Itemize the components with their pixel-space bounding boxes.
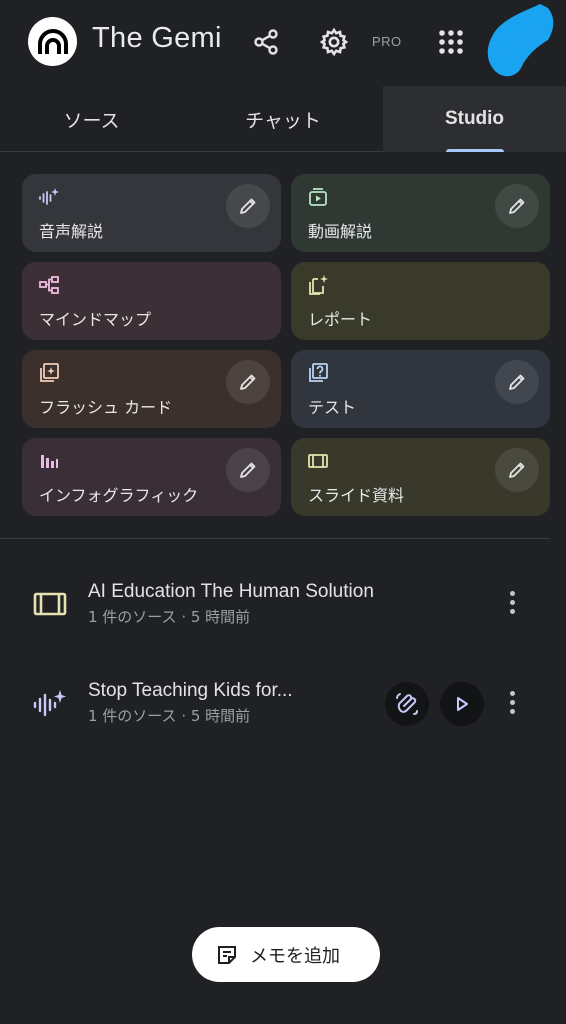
pencil-icon bbox=[509, 462, 525, 478]
edit-button[interactable] bbox=[226, 448, 270, 492]
avatar[interactable] bbox=[478, 0, 558, 82]
card-infographic[interactable]: インフォグラフィック bbox=[22, 438, 281, 516]
more-options-button[interactable] bbox=[498, 682, 526, 722]
gear-icon bbox=[319, 27, 349, 57]
pencil-icon bbox=[240, 462, 256, 478]
edit-button[interactable] bbox=[495, 360, 539, 404]
slides-icon bbox=[308, 454, 328, 468]
edit-button[interactable] bbox=[495, 184, 539, 228]
logo-icon bbox=[37, 28, 68, 54]
video-icon bbox=[309, 188, 327, 206]
add-note-label: メモを追加 bbox=[250, 946, 340, 967]
settings-button[interactable] bbox=[314, 22, 354, 62]
kebab-dot bbox=[509, 590, 515, 596]
notebook-title: The Gemi bbox=[92, 22, 222, 54]
card-audio-overview[interactable]: 音声解説 bbox=[22, 174, 281, 252]
tab-chat[interactable]: チャット bbox=[183, 86, 383, 152]
kebab-dot bbox=[509, 699, 515, 705]
flashcard-icon bbox=[40, 363, 59, 382]
apps-button[interactable] bbox=[431, 22, 471, 62]
slides-icon bbox=[33, 592, 67, 616]
more-options-button[interactable] bbox=[498, 582, 526, 622]
edit-button[interactable] bbox=[226, 360, 270, 404]
pencil-icon bbox=[240, 198, 256, 214]
audio-sparkle-icon bbox=[39, 188, 59, 205]
interactive-mode-button[interactable] bbox=[385, 682, 429, 726]
card-report[interactable]: レポート bbox=[291, 262, 550, 340]
edit-button[interactable] bbox=[495, 448, 539, 492]
card-slides[interactable]: スライド資料 bbox=[291, 438, 550, 516]
section-divider bbox=[0, 538, 550, 539]
card-label: 音声解説 bbox=[39, 222, 104, 241]
tab-studio[interactable]: Studio bbox=[383, 86, 566, 152]
share-icon bbox=[254, 29, 278, 55]
card-label: フラッシュ カード bbox=[39, 398, 173, 417]
card-label: スライド資料 bbox=[308, 486, 405, 505]
card-label: テスト bbox=[308, 398, 357, 417]
list-item[interactable]: AI Education The Human Solution 1 件のソース … bbox=[0, 568, 566, 638]
notebook-logo[interactable] bbox=[28, 17, 77, 66]
play-button[interactable] bbox=[440, 682, 484, 726]
tab-sources[interactable]: ソース bbox=[0, 86, 183, 152]
pro-badge: PRO bbox=[372, 34, 402, 49]
kebab-dot bbox=[509, 608, 515, 614]
report-icon bbox=[309, 275, 328, 295]
card-mind-map[interactable]: マインドマップ bbox=[22, 262, 281, 340]
quiz-icon bbox=[309, 363, 328, 382]
item-title: AI Education The Human Solution bbox=[88, 581, 374, 602]
infographic-icon bbox=[41, 455, 58, 468]
kebab-dot bbox=[509, 708, 515, 714]
card-label: レポート bbox=[308, 310, 373, 329]
pencil-icon bbox=[509, 374, 525, 390]
mindmap-icon bbox=[39, 276, 59, 294]
card-label: 動画解説 bbox=[308, 222, 373, 241]
item-subtitle: 1 件のソース · 5 時間前 bbox=[88, 707, 251, 725]
share-button[interactable] bbox=[246, 22, 286, 62]
kebab-dot bbox=[509, 690, 515, 696]
pencil-icon bbox=[240, 374, 256, 390]
tab-label: チャット bbox=[245, 109, 321, 132]
play-icon bbox=[457, 697, 468, 711]
tab-label: ソース bbox=[63, 109, 120, 132]
tab-label: Studio bbox=[444, 108, 505, 129]
tab-bar: ソース チャット Studio bbox=[0, 86, 566, 152]
item-subtitle: 1 件のソース · 5 時間前 bbox=[88, 608, 251, 626]
add-note-button[interactable]: メモを追加 bbox=[192, 927, 380, 982]
item-title: Stop Teaching Kids for... bbox=[88, 680, 293, 701]
list-item[interactable]: Stop Teaching Kids for... 1 件のソース · 5 時間… bbox=[0, 668, 566, 738]
wave-hand-icon bbox=[396, 693, 418, 715]
kebab-dot bbox=[509, 599, 515, 605]
card-label: マインドマップ bbox=[39, 310, 152, 329]
apps-grid-icon bbox=[439, 30, 463, 54]
card-quiz[interactable]: テスト bbox=[291, 350, 550, 428]
active-tab-indicator bbox=[446, 149, 504, 152]
top-bar: The Gemi PRO bbox=[0, 0, 566, 86]
pencil-icon bbox=[509, 198, 525, 214]
audio-sparkle-icon bbox=[33, 690, 66, 717]
card-label: インフォグラフィック bbox=[39, 486, 199, 505]
card-video-overview[interactable]: 動画解説 bbox=[291, 174, 550, 252]
edit-button[interactable] bbox=[226, 184, 270, 228]
note-icon bbox=[218, 946, 236, 964]
card-flashcards[interactable]: フラッシュ カード bbox=[22, 350, 281, 428]
